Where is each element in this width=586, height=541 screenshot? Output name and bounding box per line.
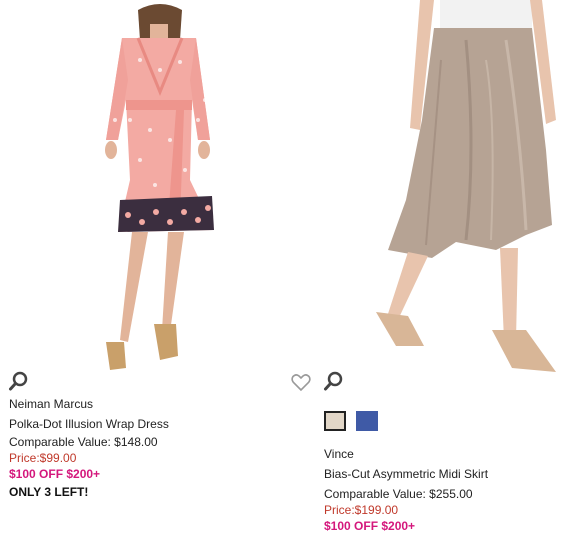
product-name[interactable]: Bias-Cut Asymmetric Midi Skirt xyxy=(324,465,488,483)
product-price: Price:$99.00 xyxy=(9,451,77,465)
promo-badge: $100 OFF $200+ xyxy=(324,519,416,533)
quickview-icon[interactable] xyxy=(323,370,345,392)
product-image-dress[interactable] xyxy=(0,0,300,370)
color-swatch-taupe[interactable] xyxy=(324,411,346,431)
promo-badge: $100 OFF $200+ xyxy=(9,467,101,481)
color-swatch-blue[interactable] xyxy=(356,411,378,431)
product-price: Price:$199.00 xyxy=(324,503,399,517)
product-name[interactable]: Polka-Dot Illusion Wrap Dress xyxy=(9,415,169,433)
product-brand[interactable]: Neiman Marcus xyxy=(9,395,169,413)
product-info-2: Vince Bias-Cut Asymmetric Midi Skirt Com… xyxy=(324,445,488,535)
product-image-skirt[interactable] xyxy=(316,0,586,380)
product-brand[interactable]: Vince xyxy=(324,445,488,463)
stock-notice: ONLY 3 LEFT! xyxy=(9,485,89,499)
heart-outline-icon[interactable] xyxy=(290,371,312,393)
product-info-1: Neiman Marcus Polka-Dot Illusion Wrap Dr… xyxy=(9,395,169,501)
quickview-icon[interactable] xyxy=(8,370,30,392)
comparable-value: Comparable Value: $255.00 xyxy=(324,487,473,501)
comparable-value: Comparable Value: $148.00 xyxy=(9,435,158,449)
